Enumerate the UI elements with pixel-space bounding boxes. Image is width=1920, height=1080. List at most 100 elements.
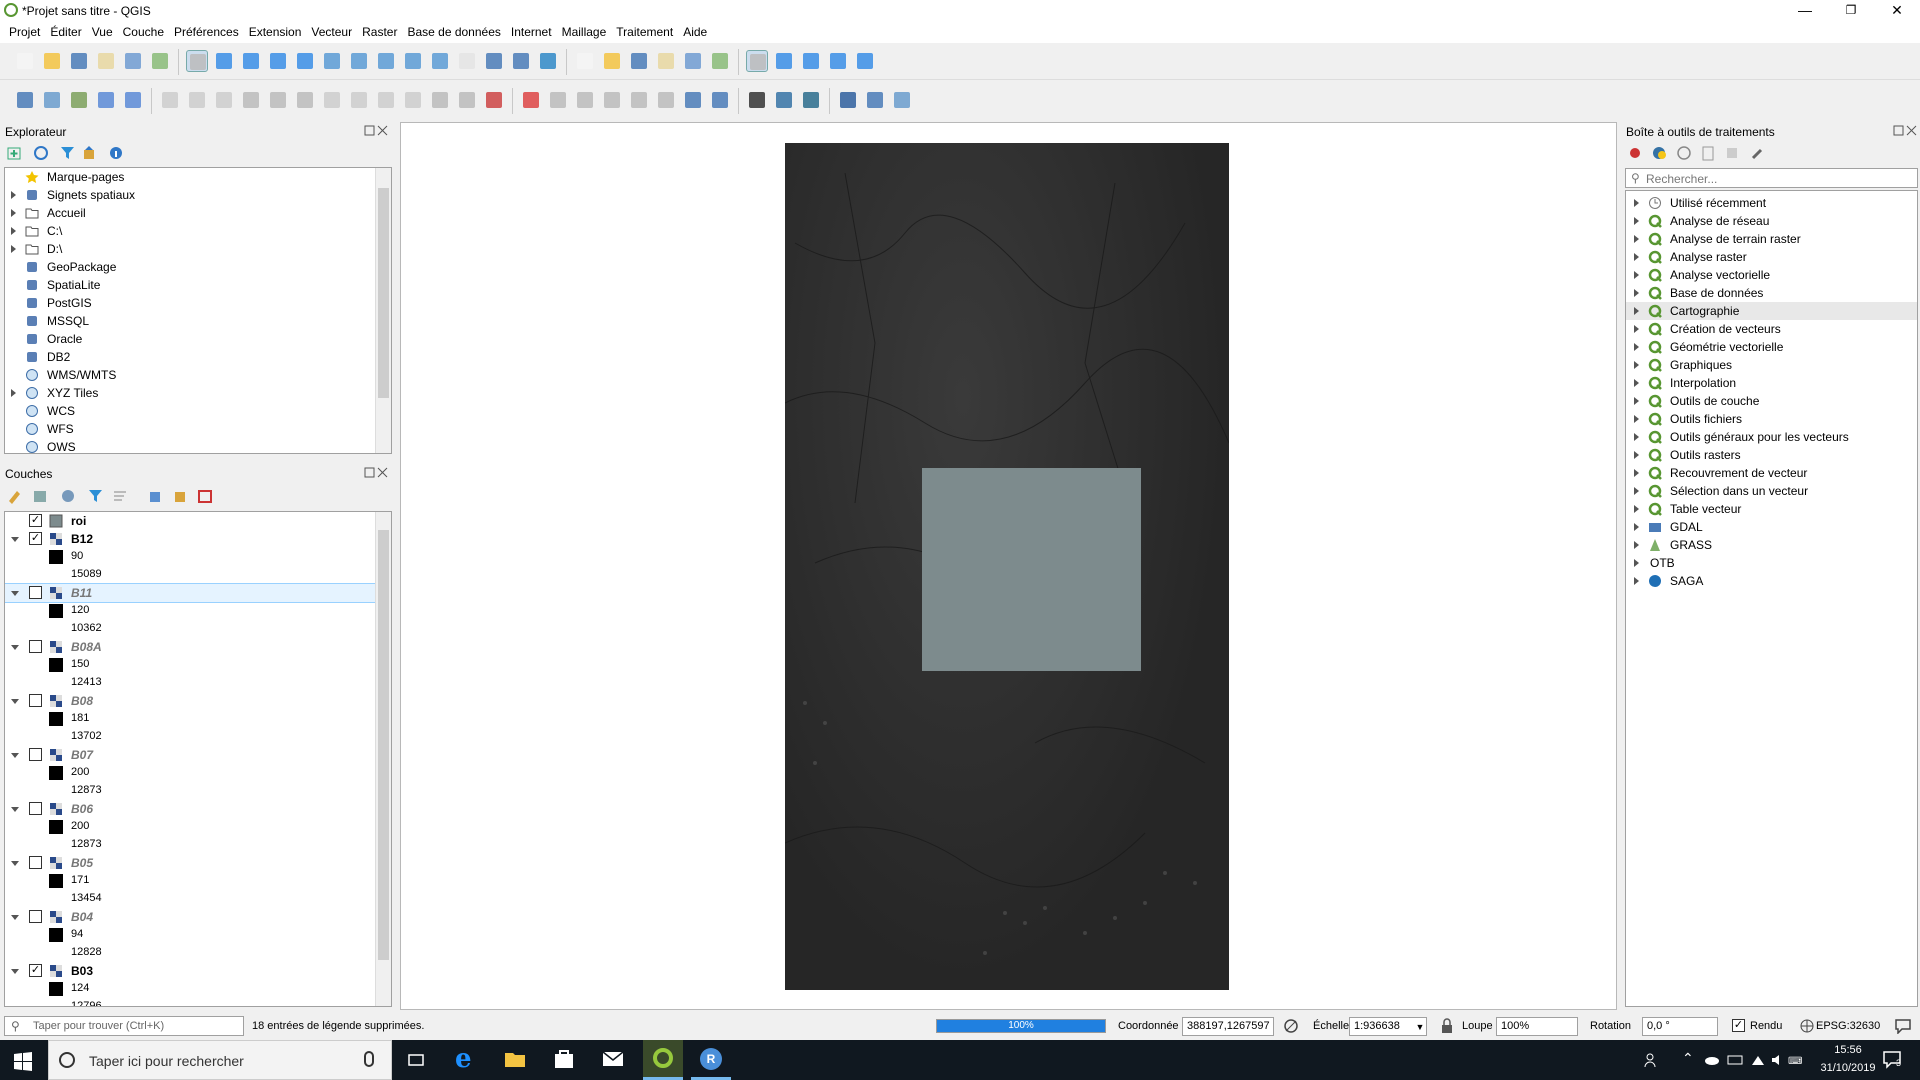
toolbox-group-creation-de-vecteurs[interactable]: Création de vecteurs: [1626, 320, 1917, 338]
expand-arrow-icon[interactable]: [1634, 487, 1639, 495]
explorer-item-mssql[interactable]: MSSQL: [5, 312, 391, 330]
explorer-scrollbar[interactable]: [375, 168, 391, 453]
r-taskbar-button[interactable]: R: [691, 1040, 731, 1080]
lock-icon[interactable]: [1440, 1018, 1454, 1034]
collapse-arrow-icon[interactable]: [11, 915, 19, 920]
layer-b03[interactable]: ✓ B03: [5, 962, 391, 980]
zoom-next-icon[interactable]: [429, 50, 451, 72]
mail-icon[interactable]: [602, 1051, 624, 1067]
collapse-arrow-icon[interactable]: [11, 645, 19, 650]
layer-visibility-checkbox[interactable]: [29, 748, 42, 761]
collapse-arrow-icon[interactable]: [11, 699, 19, 704]
zoom-native-icon[interactable]: [375, 50, 397, 72]
expand-arrow-icon[interactable]: [11, 209, 16, 217]
zoom-out-icon[interactable]: [267, 50, 289, 72]
menu-internet[interactable]: Internet: [506, 22, 557, 39]
layer-visibility-checkbox[interactable]: ✓: [29, 532, 42, 545]
toolbox-group-outils-de-couche[interactable]: Outils de couche: [1626, 392, 1917, 410]
microphone-icon[interactable]: [364, 1051, 374, 1067]
menu-pr-f-rences[interactable]: Préférences: [169, 22, 244, 39]
expand-arrow-icon[interactable]: [1634, 199, 1639, 207]
layer-b08a[interactable]: B08A: [5, 638, 391, 656]
open-project-icon[interactable]: [41, 50, 63, 72]
new-project-icon[interactable]: [14, 50, 36, 72]
toolbox-group-recouvrement-de-vecteur[interactable]: Recouvrement de vecteur: [1626, 464, 1917, 482]
undo-icon[interactable]: [456, 89, 478, 111]
menu-raster[interactable]: Raster: [357, 22, 402, 39]
taskbar-clock-date[interactable]: 31/10/2019: [1812, 1062, 1884, 1074]
panel-float-close-icon[interactable]: [1893, 125, 1917, 137]
layer-visibility-checkbox[interactable]: [29, 694, 42, 707]
expand-arrow-icon[interactable]: [1634, 343, 1639, 351]
pan-map-icon[interactable]: [186, 50, 208, 72]
toolbox-group-gdal[interactable]: GDAL: [1626, 518, 1917, 536]
layer-b11[interactable]: B11: [5, 583, 391, 603]
layers-scrollbar[interactable]: [375, 512, 391, 1006]
python-console-icon[interactable]: [837, 89, 859, 111]
zoom-full-icon[interactable]: [294, 50, 316, 72]
zoom-last-icon[interactable]: [402, 50, 424, 72]
expand-arrow-icon[interactable]: [1634, 271, 1639, 279]
show-hidden-icons-chevron-up-icon[interactable]: ⌃: [1682, 1050, 1694, 1067]
label-move-icon[interactable]: [628, 89, 650, 111]
explorer-item-ows[interactable]: OWS: [5, 438, 391, 453]
layout-manager-icon[interactable]: [122, 50, 144, 72]
expand-arrow-icon[interactable]: [1634, 253, 1639, 261]
refresh-icon[interactable]: [537, 50, 559, 72]
collapse-arrow-icon[interactable]: [11, 807, 19, 812]
zoom-to-layer-icon[interactable]: [348, 50, 370, 72]
add-wms-icon[interactable]: [746, 89, 768, 111]
layer-b12[interactable]: ✓ B12: [5, 530, 391, 548]
collapse-arrow-icon[interactable]: [11, 861, 19, 866]
toolbox-group-graphiques[interactable]: Graphiques: [1626, 356, 1917, 374]
toolbox-group-interpolation[interactable]: Interpolation: [1626, 374, 1917, 392]
deselect-icon[interactable]: [655, 50, 677, 72]
expand-arrow-icon[interactable]: [1634, 577, 1639, 585]
file-explorer-icon[interactable]: [504, 1050, 526, 1068]
label-pin-icon[interactable]: [574, 89, 596, 111]
rotation-field[interactable]: 0,0 °: [1642, 1017, 1718, 1036]
current-edits-icon[interactable]: [186, 89, 208, 111]
panel-float-close-icon[interactable]: [364, 467, 388, 479]
action-center-icon[interactable]: 3: [1882, 1050, 1906, 1070]
explorer-item-oracle[interactable]: Oracle: [5, 330, 391, 348]
menu-vue[interactable]: Vue: [87, 22, 118, 39]
zoom-in-icon[interactable]: [240, 50, 262, 72]
panel-float-close-icon[interactable]: [364, 125, 388, 137]
expand-arrow-icon[interactable]: [11, 245, 16, 253]
explorer-item-xyz-tiles[interactable]: XYZ Tiles: [5, 384, 391, 402]
layer-b05[interactable]: B05: [5, 854, 391, 872]
expand-arrow-icon[interactable]: [1634, 307, 1639, 315]
qgis-taskbar-button[interactable]: [643, 1040, 683, 1080]
windows-start-icon[interactable]: [12, 1050, 34, 1072]
toolbox-search-input[interactable]: ⚲ Rechercher...: [1625, 168, 1918, 188]
add-feature-icon[interactable]: [267, 89, 289, 111]
layer-visibility-checkbox[interactable]: [29, 586, 42, 599]
expand-arrow-icon[interactable]: [11, 389, 16, 397]
expand-arrow-icon[interactable]: [1634, 235, 1639, 243]
label-toolbar-icon[interactable]: [520, 89, 542, 111]
layer-b06[interactable]: B06: [5, 800, 391, 818]
toolbox-group-table-vecteur[interactable]: Table vecteur: [1626, 500, 1917, 518]
redo-icon[interactable]: [483, 89, 505, 111]
paste-features-icon[interactable]: [429, 89, 451, 111]
minimize-button[interactable]: —: [1782, 0, 1828, 22]
pan-to-selection-icon[interactable]: [213, 50, 235, 72]
toolbox-group-selection-dans-un-vecteur[interactable]: Sélection dans un vecteur: [1626, 482, 1917, 500]
expand-arrow-icon[interactable]: [1634, 397, 1639, 405]
menu-couche[interactable]: Couche: [118, 22, 169, 39]
explorer-item-marque-pages[interactable]: Marque-pages: [5, 168, 391, 186]
store-icon[interactable]: [553, 1049, 575, 1069]
restore-button[interactable]: ❐: [1828, 0, 1874, 22]
locator-search-input[interactable]: ⚲ Taper pour trouver (Ctrl+K): [4, 1016, 244, 1036]
expand-arrow-icon[interactable]: [11, 191, 16, 199]
explorer-item-db2[interactable]: DB2: [5, 348, 391, 366]
layer-visibility-checkbox[interactable]: [29, 856, 42, 869]
collapse-arrow-icon[interactable]: [11, 591, 19, 596]
save-project-icon[interactable]: [68, 50, 90, 72]
layer-visibility-checkbox[interactable]: [29, 910, 42, 923]
add-wfs-icon[interactable]: [800, 89, 822, 111]
toolbox-group-analyse-raster[interactable]: Analyse raster: [1626, 248, 1917, 266]
vertex-tool-icon[interactable]: [294, 89, 316, 111]
identify-config-icon[interactable]: [746, 50, 768, 72]
